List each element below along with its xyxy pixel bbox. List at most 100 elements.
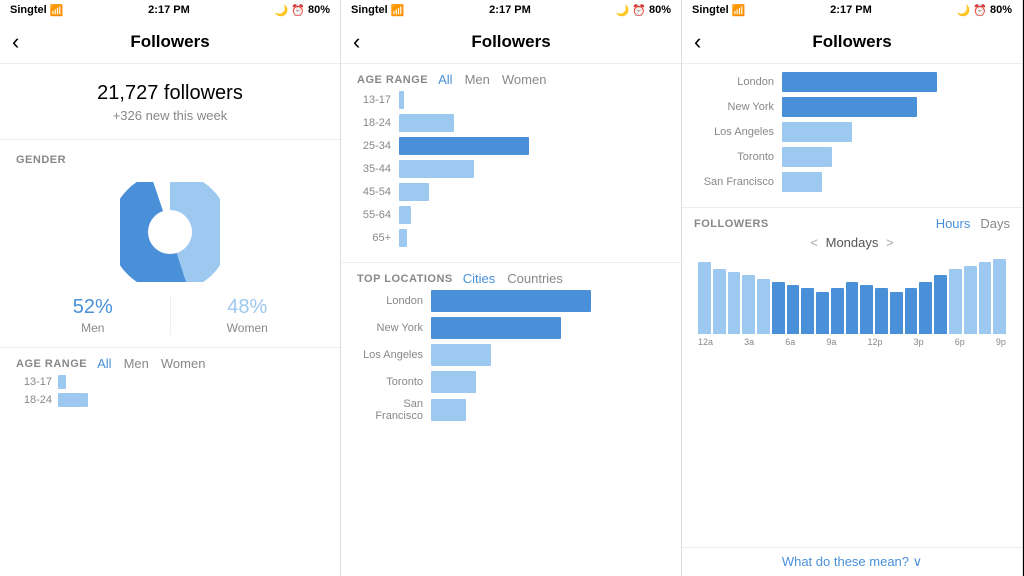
p2-age-35: 35-44 [353, 160, 669, 178]
filter-women-1[interactable]: Women [161, 356, 206, 371]
alarm-icon-2: ⏰ [632, 4, 646, 17]
p2-age-label-55: 55-64 [353, 209, 391, 221]
filter-countries[interactable]: Countries [507, 271, 563, 286]
age-bars-partial: 13-17 18-24 [0, 375, 340, 417]
alarm-icon-3: ⏰ [973, 4, 987, 17]
city-label-london: London [694, 76, 774, 88]
time-bar-20 [993, 259, 1006, 334]
loc-la: Los Angeles [353, 344, 669, 366]
time-9p: 9p [996, 337, 1006, 347]
p2-bar-45 [399, 183, 429, 201]
p2-bar-65 [399, 229, 407, 247]
filter-cities[interactable]: Cities [463, 271, 496, 286]
age-bars-section-2: 13-17 18-24 25-34 35-44 45-54 55-64 [341, 91, 681, 263]
p2-age-13: 13-17 [353, 91, 669, 109]
time-6a: 6a [785, 337, 795, 347]
men-label: Men [26, 321, 160, 335]
moon-icon-3: 🌙 [957, 4, 971, 17]
moon-icon-1: 🌙 [275, 4, 289, 17]
time-12a: 12a [698, 337, 713, 347]
back-button-1[interactable]: ‹ [12, 29, 19, 55]
nav-bar-3: ‹ Followers [682, 20, 1022, 64]
city-bar-london [782, 72, 937, 92]
nav-bar-2: ‹ Followers [341, 20, 681, 64]
p2-age-label-25: 25-34 [353, 140, 391, 152]
age-filter-men-2[interactable]: Men [465, 72, 490, 87]
moon-icon-2: 🌙 [616, 4, 630, 17]
filter-men-1[interactable]: Men [124, 356, 149, 371]
p2-age-label-45: 45-54 [353, 186, 391, 198]
timeline-title: FOLLOWERS [694, 218, 769, 230]
city-bar-newyork [782, 97, 917, 117]
loc-sf: San Francisco [353, 398, 669, 422]
loc-london: London [353, 290, 669, 312]
p2-age-18: 18-24 [353, 114, 669, 132]
time-bar-19 [979, 262, 992, 334]
wifi-icon-3: 📶 [732, 4, 746, 17]
nav-bar-1: ‹ Followers [0, 20, 340, 64]
top-cities-section: London New York Los Angeles Toronto San … [682, 64, 1022, 208]
loc-toronto: Toronto [353, 371, 669, 393]
pie-chart [120, 182, 220, 282]
p2-bar-35 [399, 160, 474, 178]
time-bar-17 [949, 269, 962, 334]
followers-summary: 21,727 followers +326 new this week [0, 64, 340, 140]
chevron-right-icon[interactable]: > [886, 235, 894, 250]
p2-bar-25 [399, 137, 529, 155]
back-button-2[interactable]: ‹ [353, 29, 360, 55]
followers-new: +326 new this week [0, 108, 340, 123]
age-filter-opts-1: All Men Women [97, 356, 205, 371]
time-bar-1 [713, 269, 726, 334]
status-left-2: Singtel 📶 [351, 4, 404, 17]
panel-3: Singtel 📶 2:17 PM 🌙 ⏰ 80% ‹ Followers Lo… [682, 0, 1023, 576]
age-filter-all-2[interactable]: All [438, 72, 452, 87]
age-range-header-2: AGE RANGE All Men Women [341, 64, 681, 91]
loc-newyork: New York [353, 317, 669, 339]
gender-section: GENDER 52% Men 48% Women [0, 140, 340, 348]
gender-stats: 52% Men 48% Women [16, 296, 324, 335]
city-label-newyork: New York [694, 101, 774, 113]
locations-filter-opts: Cities Countries [463, 271, 563, 286]
filter-hours[interactable]: Hours [936, 216, 971, 231]
age-filter-women-2[interactable]: Women [502, 72, 547, 87]
day-label: Mondays [826, 235, 879, 250]
signal-carrier-2: Singtel [351, 4, 388, 16]
time-bar-9 [831, 288, 844, 334]
back-button-3[interactable]: ‹ [694, 29, 701, 55]
filter-all-1[interactable]: All [97, 356, 111, 371]
time-bar-11 [860, 285, 873, 334]
status-bar-1: Singtel 📶 2:17 PM 🌙 ⏰ 80% [0, 0, 340, 20]
pie-container [16, 172, 324, 296]
city-toronto: Toronto [694, 147, 1010, 167]
battery-2: 80% [649, 4, 671, 16]
time-3a: 3a [744, 337, 754, 347]
timeline-day: < Mondays > [694, 235, 1010, 250]
women-label: Women [181, 321, 315, 335]
gender-title: GENDER [0, 140, 340, 172]
time-bar-0 [698, 262, 711, 334]
time-bar-8 [816, 292, 829, 334]
city-bar-la [782, 122, 852, 142]
time-bar-18 [964, 266, 977, 334]
age-range-header-1: AGE RANGE All Men Women [0, 348, 340, 375]
city-label-toronto: Toronto [694, 151, 774, 163]
p2-bar-55 [399, 206, 411, 224]
time-bar-5 [772, 282, 785, 334]
chevron-left-icon[interactable]: < [810, 235, 818, 250]
time-bar-2 [728, 272, 741, 334]
bar-13 [58, 375, 66, 389]
loc-bar-la [431, 344, 491, 366]
city-sf: San Francisco [694, 172, 1010, 192]
bar-18 [58, 393, 88, 407]
status-bar-3: Singtel 📶 2:17 PM 🌙 ⏰ 80% [682, 0, 1022, 20]
loc-bar-london [431, 290, 591, 312]
loc-bar-newyork [431, 317, 561, 339]
p2-age-55: 55-64 [353, 206, 669, 224]
filter-days[interactable]: Days [980, 216, 1010, 231]
what-link[interactable]: What do these mean? ∨ [682, 547, 1022, 576]
status-right-1: 🌙 ⏰ 80% [275, 4, 330, 17]
age-bar-13-17: 13-17 [16, 375, 324, 389]
age-filter-opts-2: All Men Women [438, 72, 546, 87]
nav-title-1: Followers [130, 32, 209, 52]
signal-carrier-3: Singtel [692, 4, 729, 16]
